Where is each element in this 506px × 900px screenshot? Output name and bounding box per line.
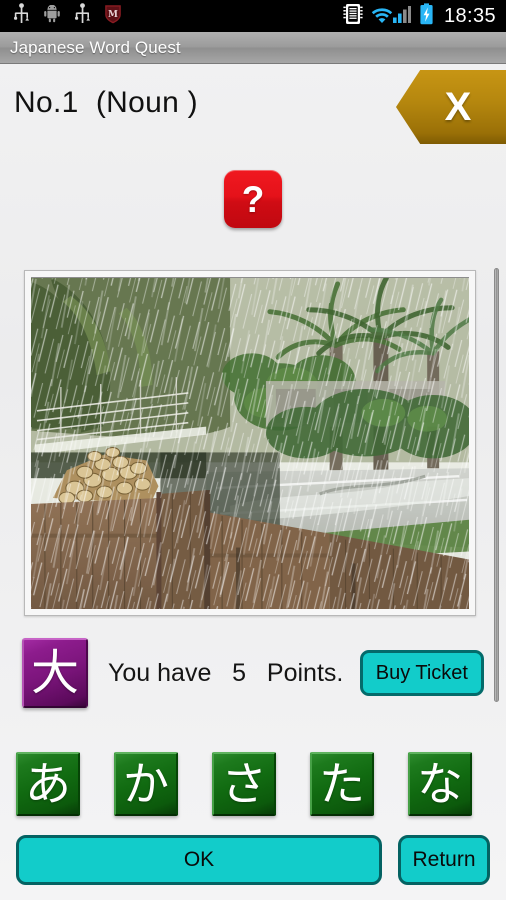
return-button-label: Return — [412, 848, 476, 871]
ok-button[interactable]: OK — [16, 835, 382, 885]
return-button[interactable]: Return — [398, 835, 490, 885]
kana-button-na[interactable]: な — [408, 752, 472, 816]
svg-text:M: M — [108, 10, 118, 20]
question-mark-icon: ? — [241, 178, 265, 220]
points-row: 大 You have 5 Points. Buy Ticket — [0, 634, 506, 712]
android-robot-icon — [43, 4, 61, 28]
app-title-bar: Japanese Word Quest — [0, 32, 506, 64]
kanji-tile-label: 大 — [30, 645, 79, 701]
points-text: You have 5 Points. — [108, 658, 344, 687]
close-button-label: X — [444, 85, 472, 129]
status-bar-right-icons: 18:35 — [343, 2, 496, 30]
rain-scene-illustration — [31, 278, 469, 609]
battery-charging-icon — [419, 2, 434, 30]
bottom-action-bar: OK Return — [0, 834, 506, 886]
close-button[interactable]: X — [396, 70, 506, 144]
usb-debug-icon — [75, 2, 90, 30]
kana-button-row: あ か さ た な — [0, 752, 506, 816]
hint-button-container: ? — [0, 156, 506, 242]
hint-question-button[interactable]: ? — [224, 170, 282, 228]
question-header: No.1 (Noun ) X — [0, 64, 506, 156]
kana-button-ka[interactable]: か — [114, 752, 178, 816]
app-title: Japanese Word Quest — [10, 37, 181, 57]
kana-button-a[interactable]: あ — [16, 752, 80, 816]
wifi-signal-icon — [371, 3, 412, 30]
ok-button-label: OK — [183, 848, 215, 871]
status-bar-clock: 18:35 — [443, 4, 496, 27]
kana-button-sa[interactable]: さ — [212, 752, 276, 816]
kana-button-ta[interactable]: た — [310, 752, 374, 816]
app-root: M 18:35 Japanese Word Quest No.1 (Noun)… — [0, 0, 506, 900]
question-image — [31, 277, 469, 609]
question-image-frame — [24, 270, 476, 616]
question-number-label: No.1 (Noun ) — [14, 86, 198, 119]
kana-button-ka-label: か — [123, 757, 169, 811]
kana-button-na-label: な — [417, 757, 463, 811]
mcafee-shield-icon: M — [104, 4, 122, 29]
usb-icon — [14, 2, 29, 30]
buy-ticket-label: Buy Ticket — [375, 661, 468, 684]
status-bar: M 18:35 — [0, 0, 506, 32]
buy-ticket-button[interactable]: Buy Ticket — [359, 650, 484, 696]
kana-button-a-label: あ — [25, 757, 71, 811]
status-bar-left-icons: M — [14, 2, 122, 30]
kanji-tile[interactable]: 大 — [22, 638, 88, 708]
sd-card-icon — [343, 3, 363, 30]
kana-button-ta-label: た — [319, 757, 365, 811]
kana-button-sa-label: さ — [221, 757, 267, 811]
